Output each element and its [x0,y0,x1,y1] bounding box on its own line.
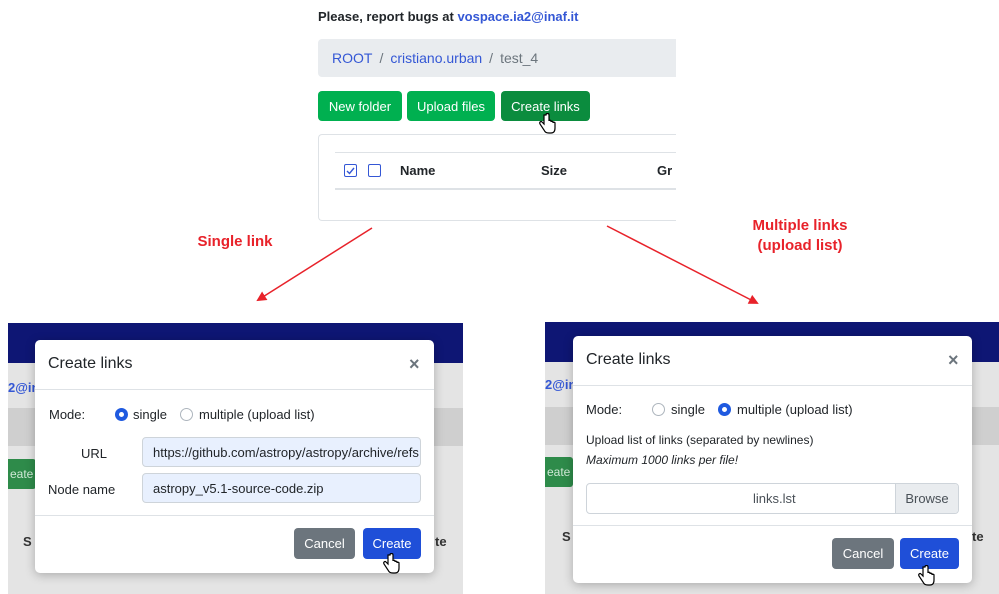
file-table-header [335,152,676,190]
modal-title: Create links [586,351,671,368]
screenshot-multiple-links: 2@in eate S te Create links × Mode: sing… [545,322,999,594]
upload-files-button[interactable]: Upload files [407,91,495,121]
node-name-label: Node name [48,482,116,497]
select-all-checkbox[interactable] [344,164,357,177]
breadcrumb-user[interactable]: cristiano.urban [390,50,482,66]
hand-pointer-icon [539,113,556,134]
column-group[interactable]: Gr [657,163,672,178]
background-column-fragment: te [435,534,447,549]
annotation-multiple-links: Multiple links (upload list) [735,216,865,256]
create-links-modal: Create links × Mode: single multiple (up… [35,340,434,573]
breadcrumb-separator: / [489,50,494,66]
background-column-fragment: S [562,529,571,544]
url-label: URL [81,446,108,461]
close-icon[interactable]: × [409,354,420,375]
background-create-button: eate [545,457,573,487]
breadcrumb-separator: / [379,50,384,66]
bug-report-notice: Please, report bugs at vospace.ia2@inaf.… [318,9,579,24]
annotation-single-link: Single link [197,233,273,250]
hand-pointer-icon [383,553,400,574]
breadcrumb-current: test_4 [500,50,539,66]
radio-single-label[interactable]: single [671,402,705,417]
create-links-modal: Create links × Mode: single multiple (up… [573,336,972,583]
radio-single[interactable] [115,408,128,421]
modal-header: Create links × [573,336,972,386]
radio-multiple[interactable] [718,403,731,416]
breadcrumb: ROOT / cristiano.urban / test_4 [318,39,676,77]
mode-label: Mode: [49,407,86,422]
radio-multiple-label[interactable]: multiple (upload list) [199,407,315,422]
background-email-fragment: 2@in [545,377,577,392]
modal-title: Create links [48,355,133,372]
url-input[interactable]: https://github.com/astropy/astropy/archi… [142,437,421,467]
bug-report-text: Please, report bugs at [318,9,458,24]
file-name: links.lst [753,491,796,506]
radio-single[interactable] [652,403,665,416]
column-name[interactable]: Name [400,163,435,178]
new-folder-button[interactable]: New folder [318,91,402,121]
radio-multiple-label[interactable]: multiple (upload list) [737,402,853,417]
close-icon[interactable]: × [948,350,959,371]
background-column-fragment: te [972,529,984,544]
annotation-multiple-line1: Multiple links [752,217,848,234]
upload-help-text: Upload list of links (separated by newli… [586,433,814,447]
browse-button[interactable]: Browse [895,484,958,513]
cancel-button[interactable]: Cancel [294,528,355,559]
modal-header: Create links × [35,340,434,390]
column-size[interactable]: Size [541,163,567,178]
file-picker[interactable]: links.lst Browse [586,483,959,514]
node-name-input[interactable]: astropy_v5.1-source-code.zip [142,473,421,503]
mode-label: Mode: [586,402,623,417]
breadcrumb-root[interactable]: ROOT [332,50,372,66]
hand-pointer-icon [918,565,935,586]
upload-limit-text: Maximum 1000 links per file! [586,453,739,467]
radio-multiple[interactable] [180,408,193,421]
row-checkbox[interactable] [368,164,381,177]
radio-single-label[interactable]: single [133,407,167,422]
annotation-multiple-line2: (upload list) [757,237,843,254]
background-column-fragment: S [23,534,32,549]
checkmark-icon [346,167,355,175]
bug-report-email-link[interactable]: vospace.ia2@inaf.it [457,9,578,24]
screenshot-single-link: 2@in eate S te Create links × Mode: sing… [8,323,463,594]
background-create-button: eate [8,459,36,489]
cancel-button[interactable]: Cancel [832,538,894,569]
